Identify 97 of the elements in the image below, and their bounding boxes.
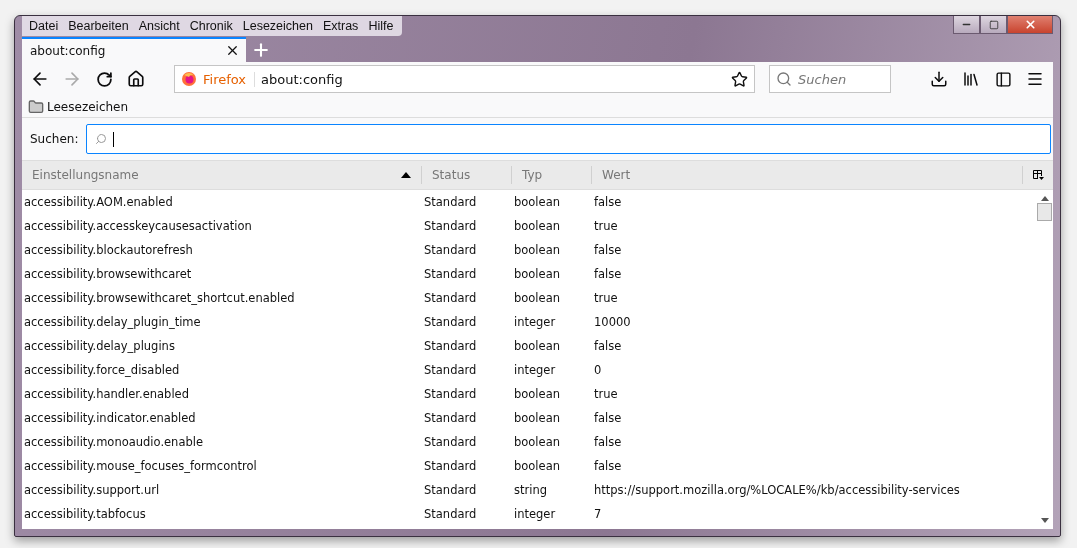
close-window-button[interactable] — [1007, 16, 1053, 34]
column-header[interactable]: Status — [422, 166, 512, 184]
table-cell-text: true — [593, 387, 619, 401]
table-cell-text: boolean — [513, 219, 561, 233]
table-cell-text: Standard — [423, 411, 478, 425]
close-icon — [1023, 18, 1037, 31]
table-cell-text: false — [593, 339, 623, 353]
table-cell-text: true — [593, 219, 619, 233]
minimize-button[interactable] — [953, 16, 980, 34]
column-header[interactable]: Einstellungsname — [22, 166, 422, 184]
table-cell-text: accessibility.blockautorefresh — [23, 243, 194, 257]
column-picker-icon[interactable] — [1032, 170, 1044, 180]
table-cell-text: boolean — [513, 243, 561, 257]
bookmark-folder[interactable]: Leesezeichen — [28, 98, 129, 115]
table-cell-text: integer — [513, 507, 557, 521]
table-cell-text: Standard — [423, 507, 478, 521]
table-cell-text: false — [593, 435, 623, 449]
table-cell-text: accessibility.delay_plugins — [23, 339, 176, 353]
table-cell-text: false — [593, 411, 623, 425]
table-cell-text: accessibility.force_disabled — [23, 363, 181, 377]
menu-item[interactable]: Extras — [317, 19, 364, 33]
table-cell-text: accessibility.handler.enabled — [23, 387, 190, 401]
table-cell-text: boolean — [513, 411, 561, 425]
menu-item[interactable]: Lesezeichen — [237, 19, 318, 33]
scroll-down-icon[interactable] — [1040, 518, 1049, 523]
table-cell-text: accessibility.support.url — [23, 483, 161, 497]
table-cell-text: 7 — [593, 507, 603, 521]
menu-item[interactable]: Bearbeiten — [63, 19, 134, 33]
table-cell-text: Standard — [423, 219, 478, 233]
table-cell-text: accessibility.delay_plugin_time — [23, 315, 202, 329]
table-cell-text: Standard — [423, 435, 478, 449]
reload-icon — [95, 70, 113, 88]
search-icon — [95, 133, 108, 145]
bookmark-star-icon[interactable] — [731, 70, 748, 88]
url-text: about:config — [261, 71, 344, 87]
menu-item[interactable]: Datei — [24, 19, 64, 33]
table-cell-text: boolean — [513, 459, 561, 473]
url-field[interactable]: Firefox about:config — [174, 65, 755, 93]
table-cell-text: true — [593, 291, 619, 305]
table-cell-text: boolean — [513, 267, 561, 281]
table-cell-text: accessibility.indicator.enabled — [23, 411, 197, 425]
search-icon — [776, 71, 792, 87]
scrollbar-thumb[interactable] — [1037, 203, 1052, 221]
download-icon — [930, 70, 948, 88]
folder-icon — [28, 98, 44, 115]
browser-tab[interactable]: about:config — [22, 37, 246, 62]
table-cell-text: accessibility.accesskeycausesactivation — [23, 219, 253, 233]
sidebar-icon — [994, 70, 1012, 88]
table-cell-text: accessibility.tabfocus — [23, 507, 147, 521]
table-cell-text: Standard — [423, 459, 478, 473]
table-cell-text: boolean — [513, 435, 561, 449]
table-cell-text: false — [593, 459, 623, 473]
table-cell-text: Standard — [423, 243, 478, 257]
table-cell-text: Standard — [423, 363, 478, 377]
close-icon[interactable] — [225, 43, 240, 58]
table-cell-text: boolean — [513, 291, 561, 305]
flame-logo-icon — [181, 71, 197, 87]
filter-label: Suchen: — [30, 132, 79, 146]
table-cell-text: 0 — [593, 363, 603, 377]
home-icon — [127, 70, 145, 88]
table-cell-text: string — [513, 483, 548, 497]
table-cell-text: integer — [513, 363, 557, 377]
table-cell-text: Standard — [423, 387, 478, 401]
identity-label: Firefox — [203, 71, 256, 87]
table-cell-text: boolean — [513, 387, 561, 401]
menu-item[interactable]: Chronik — [184, 19, 238, 33]
maximize-icon — [988, 19, 999, 30]
scroll-up-icon[interactable] — [1040, 196, 1049, 201]
table-cell-text: false — [593, 195, 623, 209]
table-cell-text: Standard — [423, 339, 478, 353]
menu-icon — [1026, 70, 1044, 88]
table-cell-text: boolean — [513, 195, 561, 209]
library-icon — [962, 70, 980, 88]
search-field[interactable]: Suchen — [769, 65, 891, 93]
filter-field[interactable] — [86, 124, 1051, 154]
table-cell-text: accessibility.AOM.enabled — [23, 195, 174, 209]
table-cell-text: https://support.mozilla.org/%LOCALE%/kb/accessibility-services — [593, 483, 961, 497]
table-cell-text: Standard — [423, 195, 478, 209]
table-cell-text: Standard — [423, 483, 478, 497]
table-cell-text: Standard — [423, 267, 478, 281]
menu-item[interactable]: Hilfe — [363, 19, 399, 33]
table-cell-text: integer — [513, 315, 557, 329]
table-cell-text: boolean — [513, 339, 561, 353]
tab-title: about:config — [30, 43, 106, 58]
table-cell-text: accessibility.monoaudio.enable — [23, 435, 205, 449]
table-cell-text: accessibility.mouse_focuses_formcontrol — [23, 459, 258, 473]
column-header[interactable]: Wert — [592, 166, 1023, 184]
table-cell-text: false — [593, 267, 623, 281]
menu-item[interactable]: Ansicht — [133, 19, 185, 33]
maximize-button[interactable] — [980, 16, 1007, 34]
table-cell-text: false — [593, 243, 623, 257]
table-cell-text: accessibility.browsewithcaret_shortcut.enabled — [23, 291, 296, 305]
table-cell-text: 10000 — [593, 315, 632, 329]
table-cell-text: Standard — [423, 291, 478, 305]
column-header[interactable]: Typ — [512, 166, 592, 184]
table-cell-text: accessibility.browsewithcaret — [23, 267, 193, 281]
table-cell-text: Standard — [423, 315, 478, 329]
